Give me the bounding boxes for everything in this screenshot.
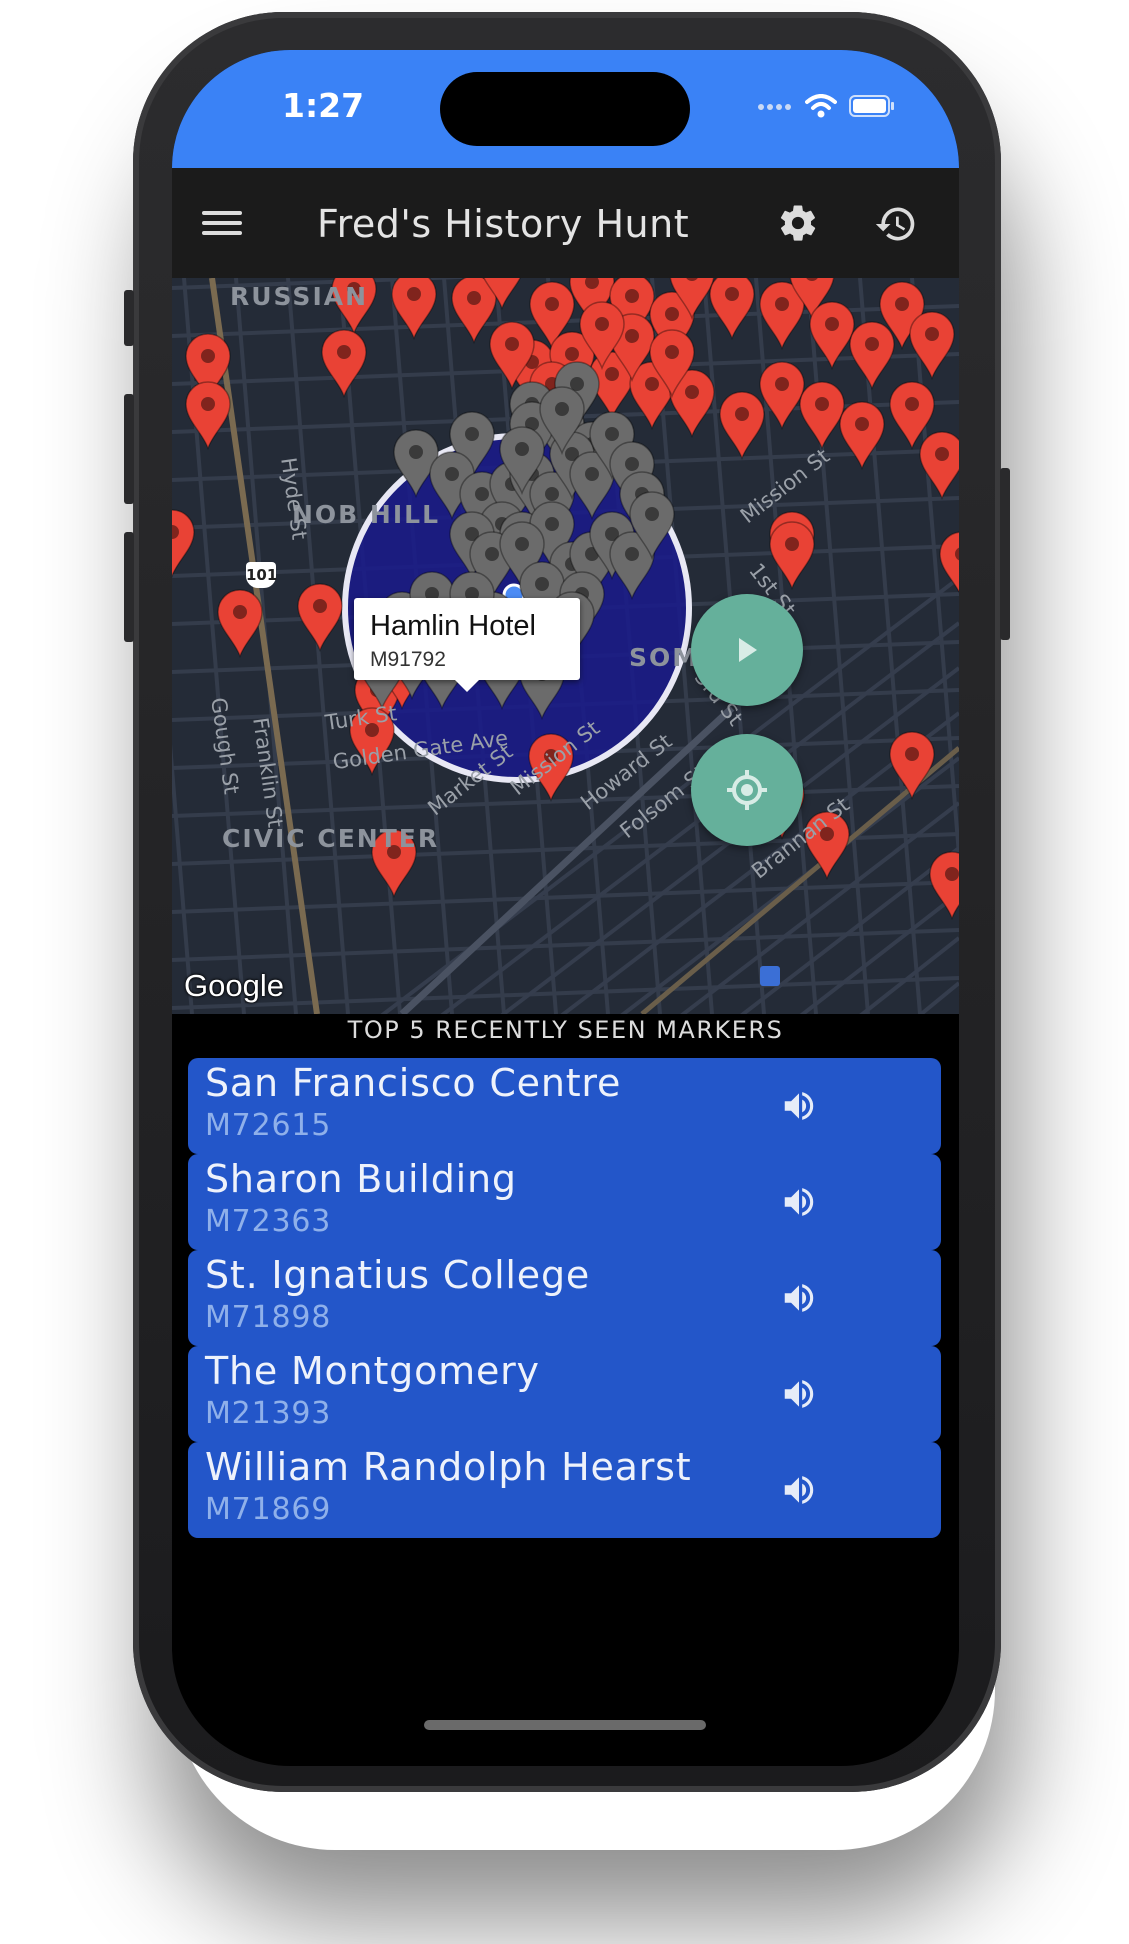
volume-down-button xyxy=(124,532,134,642)
google-attribution: Google xyxy=(184,968,284,1003)
marker-pin-unvisited[interactable] xyxy=(799,381,845,451)
marker-id: M21393 xyxy=(205,1396,332,1431)
street-line xyxy=(172,744,194,1014)
dynamic-island xyxy=(440,72,690,146)
marker-pin-unvisited[interactable] xyxy=(929,851,959,921)
my-location-icon xyxy=(727,770,767,810)
marker-id: M71898 xyxy=(205,1300,332,1335)
info-window[interactable]: Hamlin Hotel M91792 xyxy=(354,598,580,692)
history-icon[interactable] xyxy=(874,202,918,246)
recent-marker-card[interactable]: William Randolph Hearst M71869 xyxy=(188,1442,941,1538)
recent-marker-card[interactable]: San Francisco Centre M72615 xyxy=(188,1058,941,1154)
marker-name: Sharon Building xyxy=(205,1157,517,1201)
marker-pin-unvisited[interactable] xyxy=(719,391,765,461)
app-title: Fred's History Hunt xyxy=(317,202,690,246)
marker-name: St. Ignatius College xyxy=(205,1253,591,1297)
speaker-icon[interactable] xyxy=(779,1183,819,1221)
marker-pin-unvisited[interactable] xyxy=(321,329,367,399)
marker-pin-unvisited[interactable] xyxy=(849,321,895,391)
street-line xyxy=(172,880,959,914)
street-line xyxy=(918,981,959,1014)
hamburger-menu-icon[interactable] xyxy=(202,206,242,240)
status-time: 1:27 xyxy=(282,86,365,125)
battery-icon xyxy=(849,95,894,117)
marker-pin-unvisited[interactable] xyxy=(909,311,955,381)
play-button[interactable] xyxy=(691,594,803,706)
marker-id: M72615 xyxy=(205,1108,332,1143)
app-bar: Fred's History Hunt xyxy=(172,168,959,278)
gear-icon[interactable] xyxy=(777,202,819,244)
area-label-civic-center: CIVIC CENTER xyxy=(222,824,440,853)
status-bar: 1:27 xyxy=(172,50,959,168)
speaker-icon[interactable] xyxy=(779,1471,819,1509)
home-indicator[interactable] xyxy=(424,1720,706,1730)
speaker-icon[interactable] xyxy=(779,1087,819,1125)
marker-id: M71869 xyxy=(205,1492,332,1527)
marker-pin-unvisited[interactable] xyxy=(919,431,959,501)
phone-screen: 1:27 Fred's History Hunt RUSSIAN NOB HIL… xyxy=(172,50,959,1766)
area-label-nob-hill: NOB HILL xyxy=(292,500,441,529)
recent-marker-card[interactable]: The Montgomery M21393 xyxy=(188,1346,941,1442)
marker-pin-unvisited[interactable] xyxy=(709,278,755,341)
speaker-icon[interactable] xyxy=(779,1279,819,1317)
marker-pin-unvisited[interactable] xyxy=(185,381,231,451)
marker-pin-unvisited[interactable] xyxy=(172,509,195,579)
marker-pin-unvisited[interactable] xyxy=(297,583,343,653)
map-view[interactable]: RUSSIAN NOB HILL CIVIC CENTER SOMA Hyde … xyxy=(172,278,959,1014)
play-icon xyxy=(739,638,757,662)
info-window-subtitle: M91792 xyxy=(370,648,446,671)
action-button xyxy=(124,290,134,346)
signal-icon xyxy=(758,104,791,110)
marker-pin-unvisited[interactable] xyxy=(839,401,885,471)
info-window-title: Hamlin Hotel xyxy=(370,610,536,642)
my-location-button[interactable] xyxy=(691,734,803,846)
recent-markers-heading: TOP 5 RECENTLY SEEN MARKERS xyxy=(347,1016,784,1044)
wifi-icon xyxy=(805,94,837,118)
marker-name: San Francisco Centre xyxy=(205,1061,622,1105)
marker-id: M72363 xyxy=(205,1204,332,1239)
marker-name: William Randolph Hearst xyxy=(205,1445,692,1489)
speaker-icon[interactable] xyxy=(779,1375,819,1413)
status-icons xyxy=(757,94,895,118)
highway-shield-101: 101 xyxy=(246,562,277,588)
volume-up-button xyxy=(124,394,134,504)
recent-marker-card[interactable]: Sharon Building M72363 xyxy=(188,1154,941,1250)
recent-marker-card[interactable]: St. Ignatius College M71898 xyxy=(188,1250,941,1346)
marker-name: The Montgomery xyxy=(205,1349,540,1393)
power-button xyxy=(1000,468,1010,640)
transit-icon xyxy=(760,966,780,986)
highway-101 xyxy=(209,278,320,1014)
area-label-russian-hill: RUSSIAN xyxy=(230,282,369,311)
marker-pin-unvisited[interactable] xyxy=(217,589,263,659)
